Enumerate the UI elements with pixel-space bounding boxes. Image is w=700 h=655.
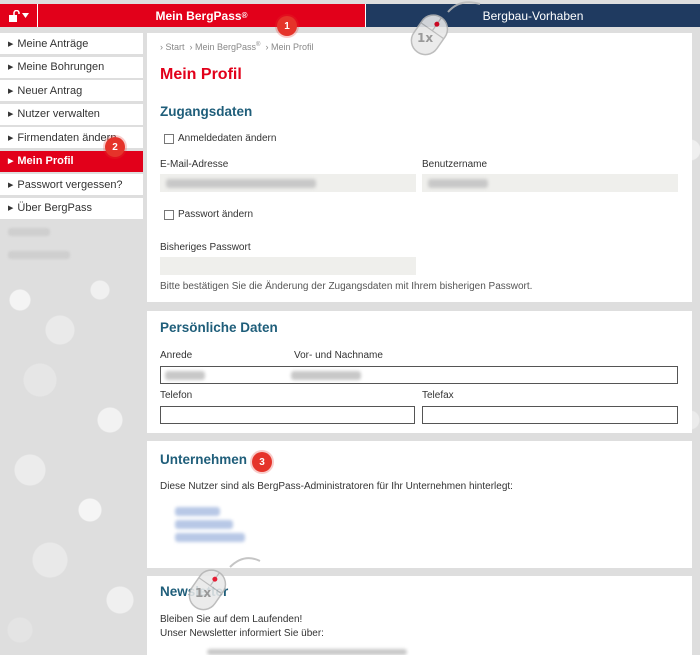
telefon-label: Telefon (160, 390, 193, 401)
panel-zugangsdaten: › Start › Mein BergPass® › Mein Profil M… (147, 33, 692, 302)
redacted-admin-link[interactable] (175, 520, 233, 529)
change-login-row: Anmeldedaten ändern (164, 133, 276, 144)
mouse-click-icon: 1x (410, 1, 481, 56)
arrow-right-icon: ▶ (8, 40, 14, 48)
anrede-label: Anrede (160, 350, 193, 361)
sidebar-item-label: Meine Anträge (17, 37, 89, 50)
sidebar-item-label: Neuer Antrag (17, 84, 83, 97)
page-title: Mein Profil (160, 66, 242, 83)
telefax-label: Telefax (422, 390, 454, 401)
mouse-click-icon: 1x (188, 557, 261, 611)
redacted-email (166, 179, 316, 188)
username-field[interactable] (422, 174, 678, 192)
old-password-field[interactable] (160, 257, 416, 275)
anrede-name-field[interactable] (160, 366, 678, 384)
breadcrumb-start[interactable]: Start (166, 42, 185, 52)
mouse-click-count: 1x (417, 31, 433, 45)
sidebar-item-label: Meine Bohrungen (17, 61, 105, 73)
top-navigation: Mein BergPass ® Bergbau-Vorhaben (0, 4, 700, 27)
sidebar-item-label: Passwort vergessen? (17, 178, 123, 191)
lock-open-icon (9, 9, 20, 22)
redacted-user-info (0, 221, 143, 242)
sidebar-item-meine-antraege[interactable]: ▶ Meine Anträge (0, 33, 143, 54)
sidebar-item-meine-bohrungen[interactable]: ▶ Meine Bohrungen (0, 56, 143, 78)
annotation-badge-2: 2 (105, 137, 125, 157)
old-password-label: Bisheriges Passwort (160, 242, 251, 253)
admin-info-text: Diese Nutzer sind als BergPass-Administr… (160, 481, 513, 492)
change-login-checkbox[interactable] (164, 133, 174, 144)
breadcrumb-profil: Mein Profil (270, 42, 314, 52)
name-label: Vor- und Nachname (294, 350, 383, 361)
email-field[interactable] (160, 174, 416, 192)
sidebar-item-label: Nutzer verwalten (17, 108, 100, 120)
arrow-right-icon: ▶ (8, 64, 14, 71)
arrow-right-icon: ▶ (8, 111, 14, 118)
redacted-name (291, 371, 361, 380)
tab-bergbau-vorhaben-label: Bergbau-Vorhaben (482, 8, 584, 23)
registered-mark: ® (241, 11, 248, 20)
arrow-right-icon: ▶ (8, 158, 14, 165)
change-password-checkbox[interactable] (164, 209, 174, 220)
caret-down-icon (22, 13, 29, 18)
breadcrumb: › Start › Mein BergPass® › Mein Profil (160, 42, 314, 52)
tab-mein-bergpass-label: Mein BergPass (155, 8, 242, 23)
arrow-right-icon: ▶ (8, 205, 14, 212)
telefon-field[interactable] (160, 406, 415, 424)
registered-mark: ® (256, 42, 261, 48)
arrow-right-icon: ▶ (8, 134, 14, 142)
newsletter-line-2: Unser Newsletter informiert Sie über: (160, 628, 324, 639)
annotation-badge-1: 1 (277, 16, 297, 36)
sidebar-item-neuer-antrag[interactable]: ▶ Neuer Antrag (0, 80, 143, 101)
change-password-row: Passwort ändern (164, 209, 253, 220)
confirm-hint: Bitte bestätigen Sie die Änderung der Zu… (160, 281, 533, 292)
section-heading-unternehmen: Unternehmen (160, 452, 248, 467)
breadcrumb-bergpass[interactable]: Mein BergPass (195, 42, 256, 52)
telefax-field[interactable] (422, 406, 678, 424)
redacted-user-info (0, 244, 143, 265)
mouse-click-count: 1x (195, 586, 211, 600)
arrow-right-icon: ▶ (8, 181, 14, 189)
redacted-anrede (165, 371, 205, 380)
sidebar-item-ueber-bergpass[interactable]: ▶ Über BergPass (0, 197, 143, 219)
panel-unternehmen: Unternehmen Diese Nutzer sind als BergPa… (147, 441, 692, 568)
login-menu-button[interactable] (0, 4, 38, 27)
change-login-label: Anmeldedaten ändern (178, 133, 277, 144)
annotation-badge-3: 3 (252, 452, 272, 472)
email-label: E-Mail-Adresse (160, 159, 229, 170)
panel-persoenliche-daten: Persönliche Daten Anrede Vor- und Nachna… (147, 311, 692, 433)
sidebar-item-nutzer-verwalten[interactable]: ▶ Nutzer verwalten (0, 103, 143, 125)
section-heading-persoenliche-daten: Persönliche Daten (160, 320, 278, 335)
username-label: Benutzername (422, 159, 488, 170)
redacted-username (428, 179, 488, 188)
redacted-newsletter-text (207, 649, 407, 655)
sidebar-item-passwort-vergessen[interactable]: ▶ Passwort vergessen? (0, 174, 143, 195)
sidebar-item-label: Firmendaten ändern (17, 131, 117, 144)
section-heading-zugangsdaten: Zugangsdaten (160, 104, 253, 119)
sidebar-item-label: Über BergPass (17, 202, 92, 214)
tab-mein-bergpass[interactable]: Mein BergPass ® (38, 4, 365, 27)
sidebar-item-label: Mein Profil (17, 155, 74, 167)
arrow-right-icon: ▶ (8, 87, 14, 95)
redacted-admin-link[interactable] (175, 533, 245, 542)
change-password-label: Passwort ändern (178, 209, 254, 220)
redacted-admin-link[interactable] (175, 507, 220, 516)
